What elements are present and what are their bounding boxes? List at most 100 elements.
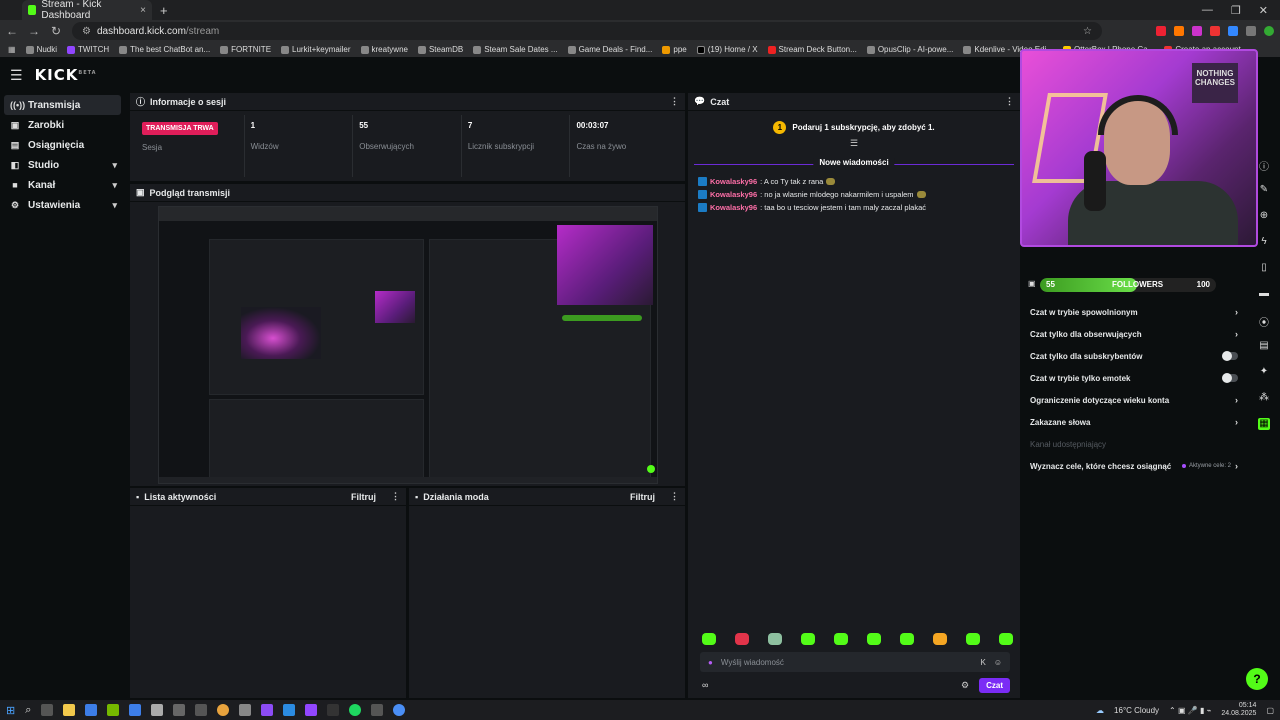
card-icon[interactable]: ▯ (1258, 262, 1270, 274)
send-chat-button[interactable]: Czat (979, 677, 1010, 693)
app-icon[interactable] (195, 704, 208, 716)
extension-icon[interactable] (1228, 26, 1238, 36)
kebab-menu-icon[interactable]: ⋮ (391, 491, 400, 502)
edit-pencil-icon[interactable]: ✎ (1258, 184, 1270, 196)
target-icon[interactable]: ⊕ (1258, 210, 1270, 222)
info-icon[interactable]: ⓘ (1258, 158, 1270, 173)
chat-username[interactable]: Kowalasky96 (710, 203, 757, 212)
emote-icon[interactable] (966, 633, 980, 645)
kick-app-icon[interactable]: ▦ (1258, 418, 1270, 430)
kick-logo[interactable]: KICKBETA (35, 66, 97, 84)
kebab-menu-icon[interactable]: ⋮ (670, 96, 679, 107)
file-explorer-icon[interactable] (63, 704, 76, 716)
kebab-menu-icon[interactable]: ⋮ (670, 491, 679, 502)
task-view-icon[interactable] (41, 704, 54, 716)
app-icon[interactable] (129, 704, 142, 716)
emote-icon[interactable] (933, 633, 947, 645)
app-icon[interactable] (261, 704, 274, 716)
bookmark-item[interactable]: FORTNITE (220, 45, 271, 54)
spotify-icon[interactable] (349, 704, 362, 716)
forward-icon[interactable]: → (28, 24, 40, 38)
emote-icon[interactable] (735, 633, 749, 645)
back-icon[interactable]: ← (6, 24, 18, 38)
support-chat-icon[interactable]: ? (1246, 668, 1268, 690)
chrome-active-icon[interactable] (393, 704, 406, 716)
stream-preview-video[interactable] (158, 206, 658, 484)
clock[interactable]: 05:14 24.08.2025 (1221, 702, 1256, 718)
notifications-icon[interactable]: ▢ (1266, 706, 1274, 715)
bookmark-item[interactable]: OpusClip - AI-powe... (866, 45, 953, 54)
sidebar-item-transmisja[interactable]: ((•)) Transmisja (4, 95, 121, 115)
emoji-icon[interactable]: ☺ (994, 658, 1002, 667)
app-icon[interactable] (371, 704, 384, 716)
filter-lines-icon[interactable]: ☰ (688, 138, 1020, 149)
bookmark-item[interactable]: Game Deals - Find... (567, 45, 652, 54)
bookmark-item[interactable]: Stream Deck Button... (767, 45, 857, 54)
chat-username[interactable]: Kowalasky96 (710, 190, 757, 199)
chevron-down-icon[interactable]: ▾ (112, 200, 117, 211)
search-icon[interactable]: ⌕ (25, 704, 31, 717)
mic-icon[interactable]: ● (708, 658, 713, 667)
chat-bubble-icon[interactable]: ▬ (1258, 288, 1270, 300)
panel-icon[interactable]: ▤ (1258, 340, 1270, 352)
setting-followers-only[interactable]: Czat tylko dla obserwujących › (1024, 323, 1244, 345)
profile-avatar[interactable] (1264, 26, 1274, 36)
menu-icon[interactable]: ☰ (10, 67, 23, 84)
subscribers-only-toggle[interactable] (1222, 351, 1238, 361)
chat-settings-gear-icon[interactable]: ⚙ (961, 680, 969, 691)
kebab-menu-icon[interactable]: ⋮ (1005, 96, 1014, 107)
bookmark-item[interactable]: kreatywne (360, 45, 408, 54)
browser-tab[interactable]: Stream - Kick Dashboard × (22, 0, 152, 21)
emote-icon[interactable] (768, 633, 782, 645)
emote-icon[interactable] (999, 633, 1013, 645)
emote-icon[interactable] (867, 633, 881, 645)
setting-slow-mode[interactable]: Czat w trybie spowolnionym › (1024, 301, 1244, 323)
broadcast-icon[interactable]: ⦿ (1258, 314, 1270, 329)
maximize-icon[interactable]: ❐ (1231, 4, 1241, 17)
reload-icon[interactable]: ↻ (50, 24, 62, 38)
bookmark-item[interactable]: Lurkit+keymailer (281, 45, 351, 54)
gift-sub-promo[interactable]: 1 Podaruj 1 subskrypcję, aby zdobyć 1. (688, 111, 1020, 138)
setting-banned-words[interactable]: Zakazane słowa › (1024, 411, 1244, 433)
minimize-icon[interactable]: — (1202, 4, 1213, 17)
bookmark-item[interactable]: ppe (662, 45, 687, 54)
new-tab-icon[interactable]: + (160, 3, 168, 18)
emote-icon[interactable] (801, 633, 815, 645)
weather-text[interactable]: 16°C Cloudy (1114, 706, 1159, 715)
filter-button[interactable]: Filtruj (351, 492, 376, 502)
extension-icon[interactable] (1210, 26, 1220, 36)
bolt-icon[interactable]: ϟ (1258, 236, 1270, 248)
windows-start-icon[interactable]: ⊞ (6, 704, 15, 717)
bookmark-item[interactable]: Nudki (25, 45, 57, 54)
apps-grid-icon[interactable]: ▦ (8, 45, 16, 54)
emote-icon[interactable] (900, 633, 914, 645)
app-icon[interactable] (239, 704, 252, 716)
bookmark-item[interactable]: (19) Home / X (696, 45, 758, 54)
filter-button[interactable]: Filtruj (630, 492, 655, 502)
emote-icon[interactable] (702, 633, 716, 645)
emote-only-toggle[interactable] (1222, 373, 1238, 383)
extension-icon[interactable] (1156, 26, 1166, 36)
extension-icon[interactable] (1174, 26, 1184, 36)
app-icon[interactable] (85, 704, 98, 716)
close-tab-icon[interactable]: × (140, 5, 146, 16)
extension-icon[interactable] (1192, 26, 1202, 36)
wrench-icon[interactable]: ✦ (1258, 366, 1270, 378)
site-info-icon[interactable]: ⚙ (82, 26, 91, 37)
close-window-icon[interactable]: ✕ (1259, 4, 1268, 17)
tray-icons[interactable]: ⌃ ▣ 🎤 ▮ ⌁ (1169, 706, 1211, 715)
sidebar-item-kanal[interactable]: ■ Kanał ▾ (0, 175, 125, 195)
chrome-icon[interactable] (217, 704, 230, 716)
bookmark-item[interactable]: SteamDB (417, 45, 463, 54)
nvidia-icon[interactable] (107, 704, 120, 716)
chat-message-input[interactable]: ● Wyślij wiadomość K ☺ (700, 652, 1010, 672)
setting-account-age[interactable]: Ograniczenie dotyczące wieku konta › (1024, 389, 1244, 411)
chat-username[interactable]: Kowalasky96 (710, 177, 757, 186)
sidebar-item-osiagniecia[interactable]: ▤ Osiągnięcia (0, 135, 125, 155)
kick-emotes-icon[interactable]: K (980, 658, 985, 667)
extensions-puzzle-icon[interactable] (1246, 26, 1256, 36)
infinity-icon[interactable]: ∞ (702, 680, 708, 690)
bookmark-item[interactable]: The best ChatBot an... (119, 45, 210, 54)
bookmark-item[interactable]: TWITCH (67, 45, 109, 54)
setting-goals[interactable]: Wyznacz cele, które chcesz osiągnąć Akty… (1024, 455, 1244, 477)
